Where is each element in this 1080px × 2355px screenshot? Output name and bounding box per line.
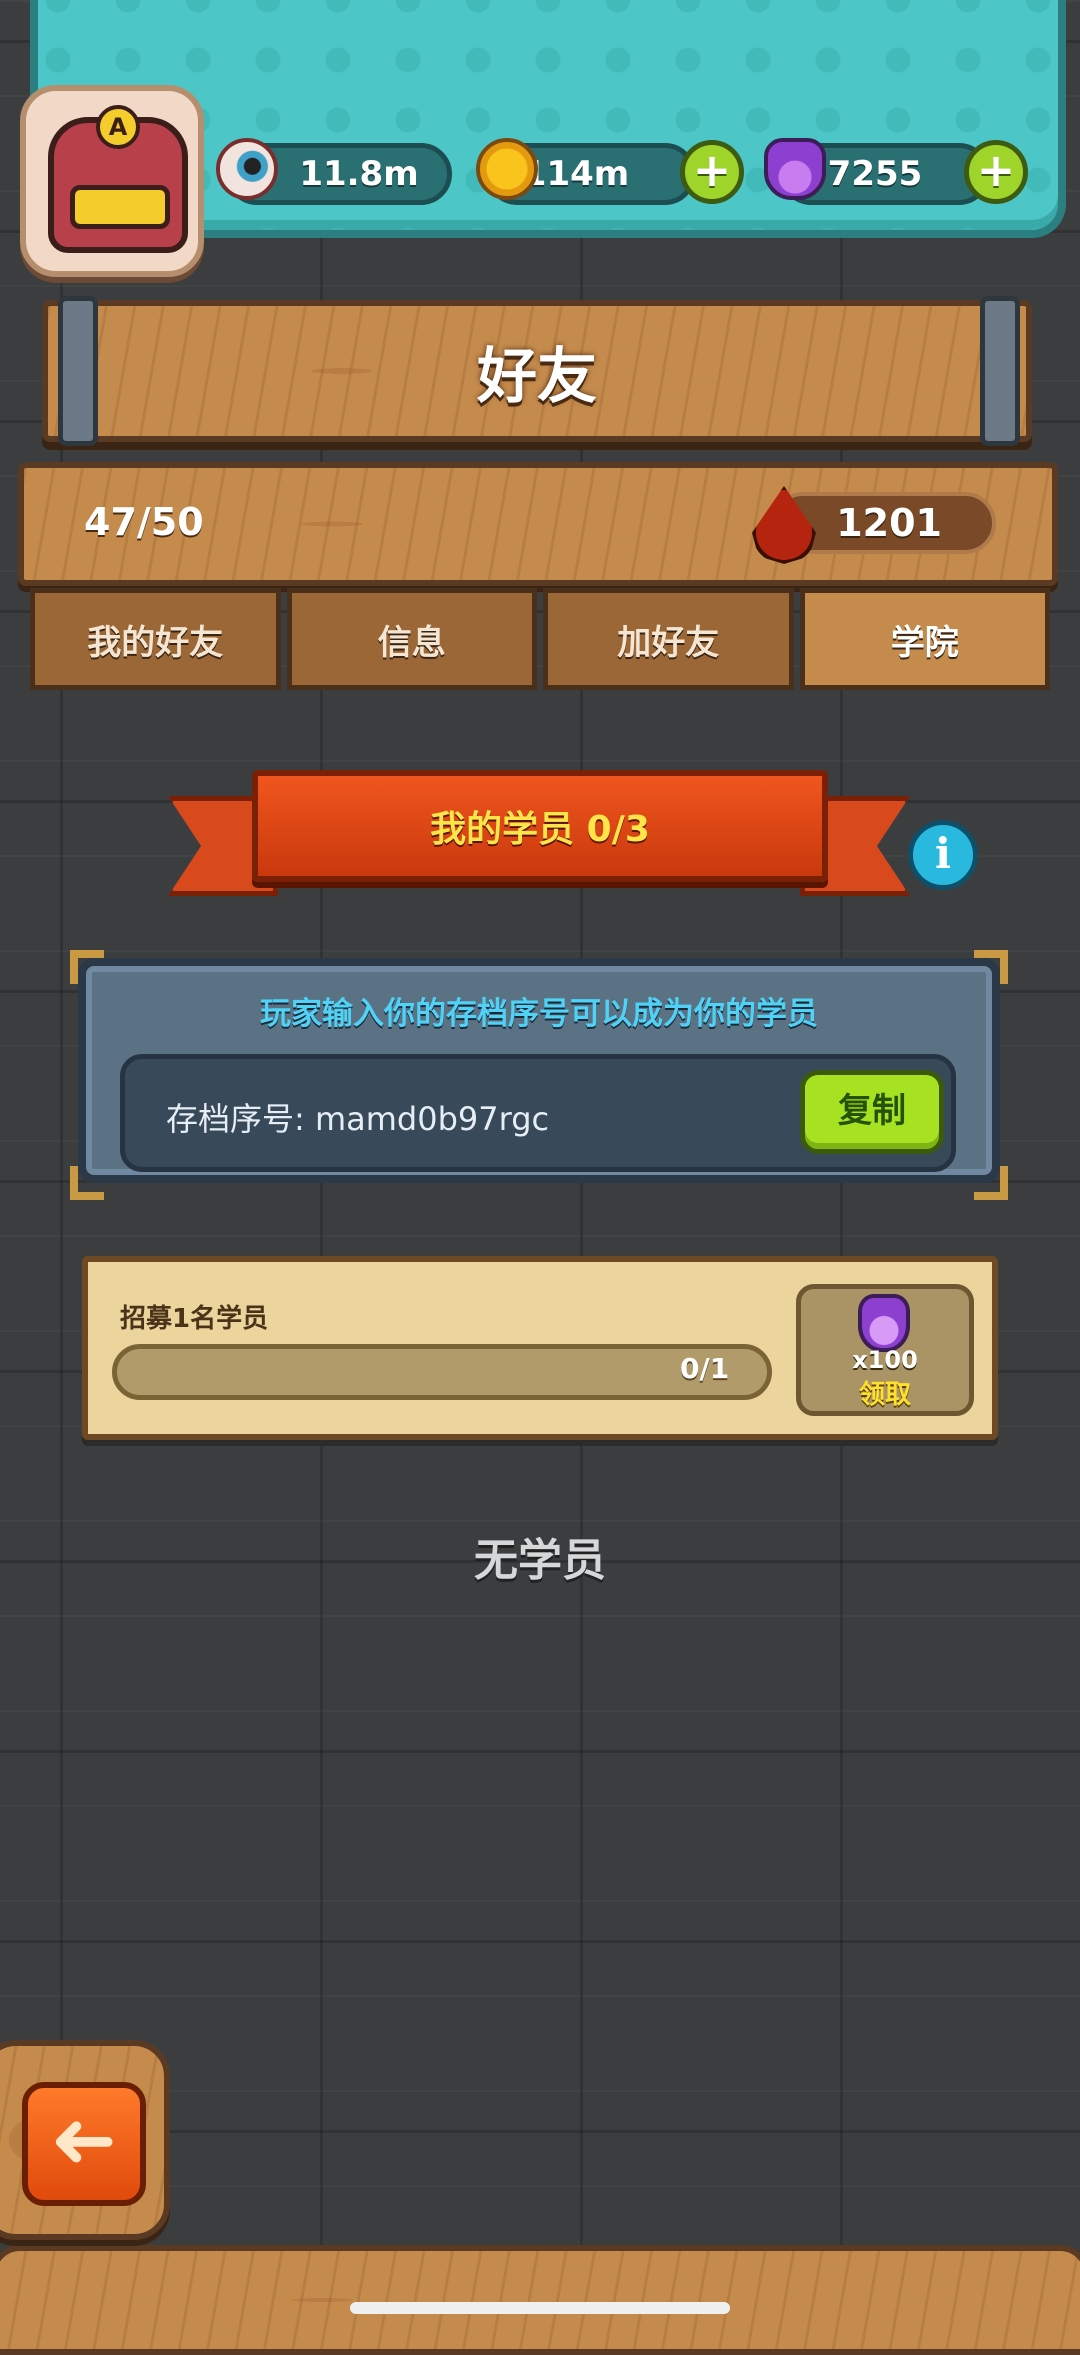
students-banner-text: 我的学员 0/3 (430, 809, 650, 850)
empty-students-text: 无学员 (474, 1535, 606, 1586)
player-avatar[interactable]: A (20, 85, 204, 277)
back-button[interactable]: ➜ (22, 2082, 146, 2206)
home-indicator[interactable] (350, 2302, 730, 2314)
potion-icon (858, 1294, 910, 1352)
avatar-rank-letter: A (96, 105, 140, 149)
monster-mouth-icon (70, 185, 170, 229)
mission-progress-bar (112, 1344, 772, 1400)
tab-label: 信息 (377, 622, 446, 663)
tab-messages[interactable]: 信息 (286, 588, 537, 690)
copy-button[interactable]: 复制 (800, 1070, 944, 1154)
panel-corner (70, 1166, 104, 1200)
tab-label: 学院 (890, 622, 959, 663)
tab-label: 我的好友 (87, 622, 224, 663)
claim-label: 领取 (858, 1380, 911, 1410)
copy-button-label: 复制 (838, 1091, 906, 1131)
eyes-value: 11.8m (299, 154, 419, 194)
arrow-left-icon: ➜ (50, 2093, 118, 2186)
bottom-wood-bar (0, 2245, 1080, 2355)
tab-my-friends[interactable]: 我的好友 (30, 588, 281, 690)
reward-count: x100 (852, 1346, 918, 1374)
academy-instruction: 玩家输入你的存档序号可以成为你的学员 (260, 996, 818, 1032)
students-banner: 我的学员 0/3 (252, 770, 828, 882)
monster-face-icon: A (48, 105, 188, 253)
tab-label: 加好友 (617, 622, 720, 663)
mission-label: 招募1名学员 (120, 1304, 269, 1334)
panel-corner (70, 950, 104, 984)
panel-corner (974, 1166, 1008, 1200)
potions-value: 7255 (827, 154, 923, 194)
coin-icon (476, 138, 538, 200)
title-board: 好友 (42, 300, 1032, 442)
info-button[interactable]: i (908, 820, 978, 890)
metal-bracket-left (58, 296, 98, 446)
mission-progress-text: 0/1 (680, 1352, 730, 1385)
info-icon: i (935, 829, 951, 878)
coins-value: 114m (522, 154, 630, 194)
metal-bracket-right (980, 296, 1020, 446)
page-title: 好友 (477, 341, 597, 412)
add-potions-button[interactable]: + (964, 140, 1028, 204)
add-coins-button[interactable]: + (680, 140, 744, 204)
tab-bar: 我的好友 信息 加好友 学院 (30, 588, 1050, 690)
tab-add-friend[interactable]: 加好友 (543, 588, 794, 690)
tab-academy[interactable]: 学院 (799, 588, 1050, 690)
friend-count: 47/50 (84, 500, 204, 544)
save-code-text: 存档序号: mamd0b97rgc (166, 1100, 550, 1138)
eyeball-icon (216, 138, 278, 200)
panel-corner (974, 950, 1008, 984)
potion-icon (764, 138, 826, 200)
